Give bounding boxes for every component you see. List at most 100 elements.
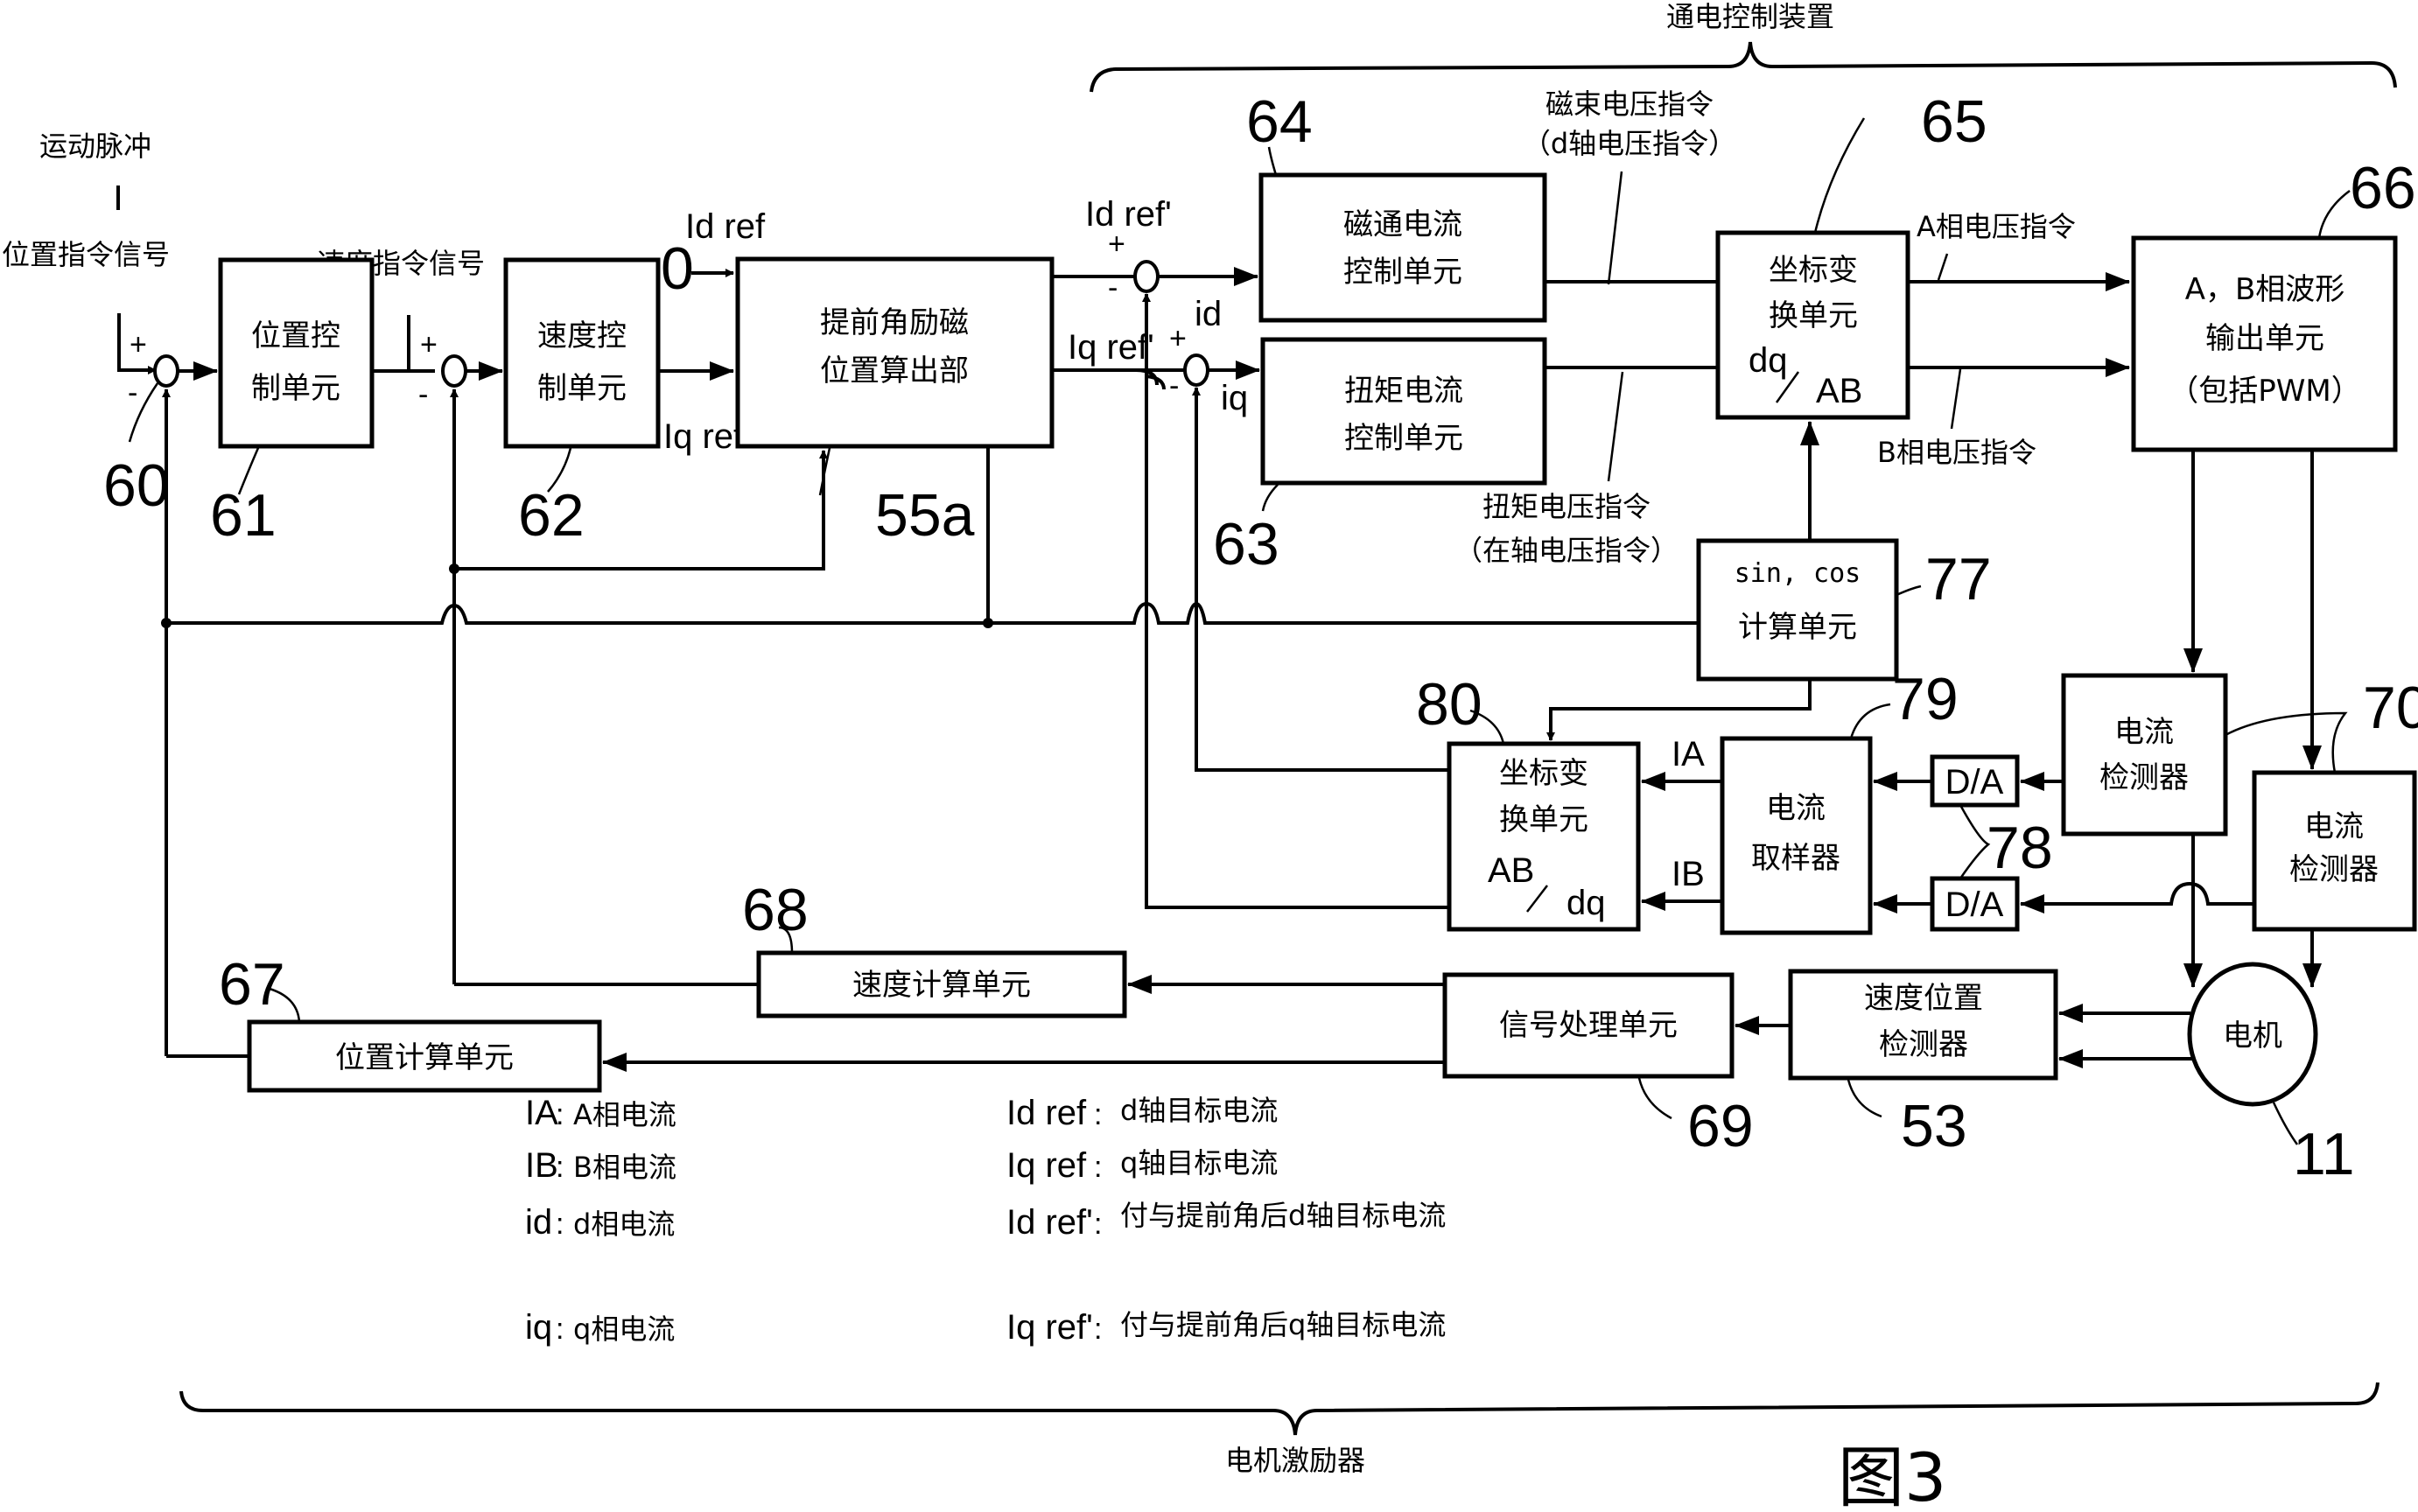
svg-text:AB: AB	[1816, 372, 1862, 410]
ref-79: 79	[1892, 666, 1959, 732]
svg-text:-: -	[1169, 369, 1179, 402]
ref-66: 66	[2350, 155, 2416, 221]
svg-text::: :	[556, 1208, 564, 1241]
svg-text:B相电流: B相电流	[573, 1151, 676, 1184]
iq-label: iq	[1221, 379, 1248, 417]
svg-text::: :	[556, 1151, 564, 1184]
svg-text::: :	[1094, 1208, 1102, 1241]
angle-feedback-bus	[166, 601, 1699, 625]
svg-text:检测器: 检测器	[2289, 852, 2379, 887]
svg-text:+: +	[130, 328, 147, 361]
legend-item: Id ref : d轴目标电流	[1006, 1094, 1278, 1132]
svg-text:坐标变: 坐标变	[1499, 756, 1588, 791]
ref-65: 65	[1921, 88, 1987, 155]
current-detector-b	[2252, 770, 2417, 932]
svg-text:A，B相波形: A，B相波形	[2185, 272, 2345, 307]
id-ref-label: Id ref	[685, 207, 766, 246]
svg-text:IB: IB	[525, 1146, 558, 1185]
svg-text:速度控: 速度控	[537, 318, 627, 354]
svg-text:制单元: 制单元	[251, 371, 340, 406]
svg-text:+: +	[1169, 322, 1187, 355]
svg-text:AB: AB	[1488, 851, 1534, 890]
svg-text:-: -	[418, 378, 428, 411]
legend-item: id : d相电流	[525, 1203, 675, 1242]
svg-text:电流: 电流	[2304, 809, 2364, 844]
svg-text:提前角励磁: 提前角励磁	[820, 305, 969, 340]
ref-67: 67	[219, 951, 285, 1018]
summing-junction-d	[1133, 260, 1160, 293]
svg-text:dq: dq	[1749, 341, 1788, 380]
svg-text:Iq ref': Iq ref'	[1006, 1308, 1093, 1347]
svg-text:输出单元: 输出单元	[2205, 321, 2324, 356]
ref-70: 70	[2363, 675, 2418, 741]
svg-text:d相电流: d相电流	[573, 1208, 675, 1241]
svg-text:电流: 电流	[1766, 791, 1826, 826]
svg-text:坐标变: 坐标变	[1769, 253, 1858, 288]
advance-angle-excitation-position-calculator	[735, 256, 1055, 449]
ref-69: 69	[1687, 1093, 1754, 1159]
svg-text:位置控: 位置控	[251, 318, 340, 354]
svg-text:Id ref': Id ref'	[1006, 1203, 1093, 1242]
ref-80: 80	[1416, 671, 1482, 738]
svg-text:电流: 电流	[2114, 715, 2174, 750]
legend-item: Iq ref' : 付与提前角后q轴目标电流	[1006, 1308, 1446, 1347]
legend-item: IA : A相电流	[525, 1094, 676, 1132]
legend-item: iq : q相电流	[525, 1308, 675, 1347]
svg-text:iq: iq	[525, 1308, 552, 1347]
legend-item: IB : B相电流	[525, 1146, 676, 1185]
svg-text:付与提前角后d轴目标电流: 付与提前角后d轴目标电流	[1120, 1199, 1446, 1232]
svg-text:控制单元: 控制单元	[1344, 421, 1463, 456]
svg-text:控制单元: 控制单元	[1343, 255, 1462, 290]
ref-78: 78	[1987, 815, 2053, 881]
position-command-label: 位置指令信号	[2, 238, 170, 271]
motion-pulse-label: 运动脉冲	[39, 130, 151, 163]
svg-text:电机: 电机	[2223, 1018, 2282, 1054]
svg-text:D/A: D/A	[1945, 763, 2004, 802]
svg-text:位置算出部: 位置算出部	[820, 354, 969, 388]
svg-text:位置计算单元: 位置计算单元	[335, 1040, 514, 1075]
svg-text:（包括PWM）: （包括PWM）	[2169, 374, 2360, 409]
svg-text:信号处理单元: 信号处理单元	[1499, 1008, 1678, 1043]
flux-voltage-label: 磁束电压指令	[1545, 88, 1714, 121]
svg-text:IA: IA	[525, 1094, 558, 1132]
svg-text:-: -	[128, 376, 137, 410]
id-ref-prime-label: Id ref'	[1085, 195, 1172, 234]
svg-text:q相电流: q相电流	[573, 1312, 675, 1346]
svg-text:磁通电流: 磁通电流	[1343, 207, 1462, 242]
current-detector-a	[2061, 673, 2228, 836]
figure-label: 图3	[1838, 1438, 1946, 1512]
ib-label: IB	[1672, 855, 1705, 893]
ref-11: 11	[2293, 1121, 2355, 1187]
summing-junction-60	[153, 354, 179, 388]
svg-text:取样器: 取样器	[1751, 841, 1840, 876]
ref-53: 53	[1901, 1093, 1967, 1159]
ref-68: 68	[742, 877, 809, 943]
svg-text:扭矩电流: 扭矩电流	[1344, 374, 1463, 409]
summing-junction-speed	[441, 354, 467, 388]
svg-text::: :	[556, 1312, 564, 1346]
svg-text:D/A: D/A	[1945, 886, 2004, 924]
svg-text:d轴目标电流: d轴目标电流	[1120, 1094, 1278, 1127]
svg-text:Id ref: Id ref	[1006, 1094, 1087, 1132]
ref-62: 62	[518, 482, 585, 549]
iq-ref-label: Iq ref	[663, 417, 744, 456]
legend-item: Iq ref : q轴目标电流	[1006, 1146, 1278, 1185]
id-label: id	[1195, 295, 1222, 333]
ref-55a: 55a	[875, 482, 975, 549]
svg-text:q轴目标电流: q轴目标电流	[1120, 1146, 1278, 1180]
torque-current-control-unit	[1260, 337, 1547, 486]
ref-60: 60	[103, 452, 170, 519]
svg-text::: :	[1094, 1151, 1102, 1184]
svg-text:速度位置: 速度位置	[1864, 981, 1983, 1016]
bottom-brace-label: 电机激励器	[1225, 1444, 1365, 1477]
svg-text:制单元: 制单元	[537, 371, 627, 406]
svg-text:速度计算单元: 速度计算单元	[852, 968, 1031, 1003]
svg-text:换单元: 换单元	[1499, 802, 1588, 837]
iq-ref-prime-label: Iq ref'	[1068, 328, 1154, 367]
current-sampler	[1720, 736, 1873, 935]
svg-text:Iq ref: Iq ref	[1006, 1146, 1087, 1185]
top-brace-label: 通电控制装置	[1666, 0, 1834, 33]
svg-text:检测器: 检测器	[2099, 760, 2189, 795]
legend: IA : A相电流 IB : B相电流 id : d相电流 iq : q相电流 …	[525, 1094, 1446, 1347]
d-axis-voltage-label: （d轴电压指令）	[1523, 127, 1736, 160]
